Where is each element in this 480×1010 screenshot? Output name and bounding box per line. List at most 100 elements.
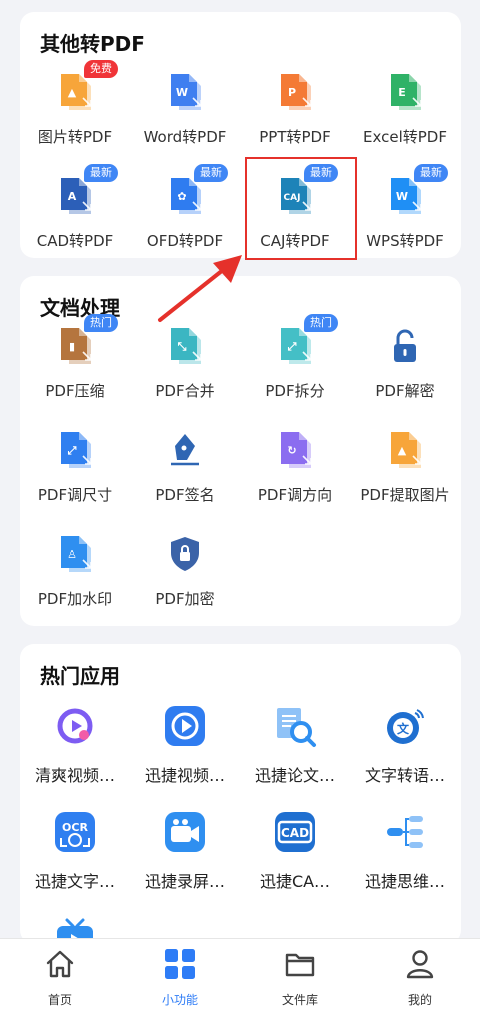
tool-item[interactable]: ✿ OFD转PDF 最新 xyxy=(130,160,240,264)
tool-label: PPT转PDF xyxy=(259,128,331,146)
app-label: 迅捷视频… xyxy=(144,766,225,785)
app-label: 迅捷论文… xyxy=(254,766,335,785)
image-file-icon: ▲ xyxy=(55,72,95,112)
app-label: 文字转语… xyxy=(364,766,445,785)
svg-text:E: E xyxy=(398,86,406,99)
tab-tools[interactable]: 小功能 xyxy=(120,939,240,1010)
tool-label: PDF压缩 xyxy=(45,382,105,400)
svg-text:A: A xyxy=(68,190,77,203)
word-file-icon: W xyxy=(165,72,205,112)
svg-text:✿: ✿ xyxy=(177,190,186,203)
tool-item[interactable]: E Excel转PDF xyxy=(350,56,460,160)
tool-label: CAD转PDF xyxy=(36,232,114,250)
home-icon xyxy=(46,950,74,978)
tool-label: PDF调方向 xyxy=(257,486,333,504)
resize-file-icon: ⤢ xyxy=(55,430,95,470)
tool-item[interactable]: A CAD转PDF 最新 xyxy=(20,160,130,264)
svg-text:▲: ▲ xyxy=(398,444,407,457)
svg-text:⤡: ⤡ xyxy=(178,340,187,353)
unlock-icon xyxy=(385,326,425,366)
highlight-box xyxy=(245,157,357,260)
tab-home-label: 首页 xyxy=(47,993,72,1007)
svg-text:▮: ▮ xyxy=(69,340,75,353)
tool-item[interactable]: PDF加密 xyxy=(130,518,240,622)
svg-text:CAD: CAD xyxy=(281,826,309,840)
tool-item[interactable]: P PPT转PDF xyxy=(240,56,350,160)
svg-text:P: P xyxy=(288,86,296,99)
tool-item[interactable]: ⤢ PDF拆分 热门 xyxy=(240,310,350,414)
tool-item[interactable]: PDF解密 xyxy=(350,310,460,414)
tool-badge: 热门 xyxy=(304,314,338,332)
convert-section-title: 其他转PDF xyxy=(40,32,145,56)
shield-lock-icon xyxy=(165,534,205,574)
tool-item[interactable]: PDF签名 xyxy=(130,414,240,518)
svg-text:↻: ↻ xyxy=(287,444,296,457)
tool-badge: 最新 xyxy=(194,164,228,182)
svg-text:▲: ▲ xyxy=(68,86,77,99)
svg-text:W: W xyxy=(176,86,188,99)
grid-icon xyxy=(165,949,195,979)
tool-item[interactable]: ♙ PDF加水印 xyxy=(20,518,130,622)
app-label: 迅捷文字… xyxy=(34,872,115,891)
svg-text:W: W xyxy=(396,190,408,203)
apps-card: 热门应用 清爽视频… 迅捷视频… 迅捷论文… 文文字转语… OCR 迅捷文字… 迅捷录屏… C… xyxy=(20,644,461,954)
profile-icon xyxy=(406,950,434,979)
app-item[interactable]: 迅捷思维… xyxy=(350,798,460,904)
tool-label: WPS转PDF xyxy=(366,232,444,250)
split-file-icon: ⤢ xyxy=(275,326,315,366)
tool-label: PDF解密 xyxy=(375,382,435,400)
tool-label: PDF拆分 xyxy=(265,382,325,400)
app-item[interactable]: 迅捷视频… xyxy=(130,692,240,798)
paper-search-icon xyxy=(273,704,317,748)
tool-label: PDF加密 xyxy=(155,590,215,608)
svg-text:OCR: OCR xyxy=(62,821,88,834)
svg-text:⤢: ⤢ xyxy=(67,444,77,457)
tool-item[interactable]: ⤢ PDF调尺寸 xyxy=(20,414,130,518)
app-item[interactable]: 迅捷录屏… xyxy=(130,798,240,904)
app-item[interactable]: 清爽视频… xyxy=(20,692,130,798)
app-item[interactable]: 文文字转语… xyxy=(350,692,460,798)
tool-item[interactable]: ▲ PDF提取图片 xyxy=(350,414,460,518)
pointer-arrow xyxy=(158,255,242,322)
text-to-speech-icon: 文 xyxy=(383,704,427,748)
tab-home[interactable]: 首页 xyxy=(0,939,120,1010)
ocr-icon: OCR xyxy=(53,810,97,854)
tool-item[interactable]: W WPS转PDF 最新 xyxy=(350,160,460,264)
svg-text:⤢: ⤢ xyxy=(287,340,297,353)
tool-item[interactable]: ▮ PDF压缩 热门 xyxy=(20,310,130,414)
tool-item[interactable]: W Word转PDF xyxy=(130,56,240,160)
tool-label: Word转PDF xyxy=(143,128,227,146)
cad-file-icon: A xyxy=(55,176,95,216)
ppt-file-icon: P xyxy=(275,72,315,112)
tool-item[interactable]: ↻ PDF调方向 xyxy=(240,414,350,518)
tool-label: PDF提取图片 xyxy=(360,486,450,504)
zip-file-icon: ▮ xyxy=(55,326,95,366)
apps-section-title: 热门应用 xyxy=(40,664,120,688)
tab-profile-label: 我的 xyxy=(407,993,432,1007)
wps-file-icon: W xyxy=(385,176,425,216)
tool-label: OFD转PDF xyxy=(146,232,224,250)
tool-badge: 热门 xyxy=(84,314,118,332)
tool-label: Excel转PDF xyxy=(363,128,447,146)
extract-image-icon: ▲ xyxy=(385,430,425,470)
tab-profile[interactable]: 我的 xyxy=(360,939,480,1010)
convert-card: 其他转PDF ▲ 图片转PDF 免费 W Word转PDF P PPT转PDF E Excel转… xyxy=(20,12,461,258)
tool-item[interactable]: ▲ 图片转PDF 免费 xyxy=(20,56,130,160)
tool-label: PDF签名 xyxy=(155,486,215,504)
tool-badge: 最新 xyxy=(84,164,118,182)
app-item[interactable]: OCR 迅捷文字… xyxy=(20,798,130,904)
watermark-file-icon: ♙ xyxy=(55,534,95,574)
convert-grid: ▲ 图片转PDF 免费 W Word转PDF P PPT转PDF E Excel转PDF A CAD… xyxy=(20,56,461,264)
cad-app-icon: CAD xyxy=(273,810,317,854)
excel-file-icon: E xyxy=(385,72,425,112)
app-label: 清爽视频… xyxy=(34,766,115,785)
app-item[interactable]: 迅捷论文… xyxy=(240,692,350,798)
app-item[interactable]: CAD 迅捷CA… xyxy=(240,798,350,904)
docs-grid: ▮ PDF压缩 热门 ⤡ PDF合并 ⤢ PDF拆分 热门 PDF解密 ⤢ PDF调尺寸 PDF签名 ↻… xyxy=(20,310,461,622)
tool-label: PDF加水印 xyxy=(37,590,113,608)
svg-text:文: 文 xyxy=(397,721,410,736)
tab-files[interactable]: 文件库 xyxy=(240,939,360,1010)
video-app-icon xyxy=(53,704,97,748)
rotate-file-icon: ↻ xyxy=(275,430,315,470)
tool-label: PDF调尺寸 xyxy=(37,486,113,504)
